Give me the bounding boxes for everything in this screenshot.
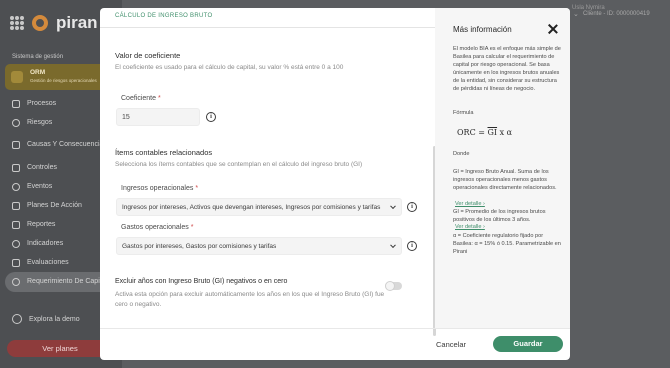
chevron-down-icon[interactable]: ⌄ (573, 10, 579, 18)
items-section-desc: Selecciona los ítems contables que se co… (115, 161, 363, 168)
apps-grid-icon[interactable] (10, 16, 24, 30)
info-panel-title: Más información (453, 25, 512, 34)
required-mark: * (158, 95, 161, 102)
sidebar-item-label: Reportes (27, 220, 56, 228)
items-section-title: Ítems contables relacionados (115, 148, 213, 157)
sidebar-item-label: Requerimiento De Capital (27, 278, 108, 285)
sliders-icon (12, 163, 20, 172)
income-select-value: Ingresos por intereses, Activos que deve… (122, 203, 381, 211)
cause-icon (12, 141, 20, 149)
explore-icon (12, 314, 22, 324)
gi-definition: GI = Ingreso Bruto Anual. Suma de los in… (453, 169, 557, 191)
modal-title: CÁLCULO DE INGRESO BRUTO (115, 13, 213, 19)
link-label: Ver detalle (455, 201, 482, 207)
expense-select-value: Gastos por intereses, Gastos por comisio… (122, 242, 277, 250)
coef-section-desc: El coeficiente es usado para el cálculo … (115, 64, 344, 71)
modal-header: CÁLCULO DE INGRESO BRUTO (100, 8, 435, 28)
coeficiente-input[interactable]: 15 (116, 108, 200, 126)
sidebar-item-label: Evaluaciones (27, 258, 69, 266)
report-icon (12, 220, 20, 229)
ingresos-operacionales-select[interactable]: Ingresos por intereses, Activos que deve… (116, 198, 402, 216)
sidebar-item-label: Eventos (27, 182, 53, 190)
sidebar-item-label: Riesgos (27, 118, 53, 126)
required-mark: * (190, 224, 194, 231)
formula-lhs: ORC = (457, 128, 485, 137)
sidebar-item-label: Causas Y Consecuencias (27, 141, 107, 148)
info-panel: Más información El modelo BIA es el enfo… (435, 8, 570, 328)
user-id: Cliente - ID: 0000000419 (583, 11, 650, 17)
chevron-down-icon (390, 242, 396, 249)
formula-label: Fórmula (453, 110, 474, 116)
income-label-text: Ingresos operacionales (121, 185, 194, 192)
module-title: ORM (30, 69, 46, 76)
view-plans-button[interactable]: Ver planes (7, 340, 113, 357)
logo: piran (10, 13, 98, 33)
bolt-icon (12, 182, 20, 191)
save-button[interactable]: Guardar (493, 336, 563, 352)
explore-demo-link[interactable]: Explora la demo (12, 314, 80, 324)
formula-rhs: x α (499, 128, 513, 137)
close-icon[interactable] (548, 24, 558, 34)
info-paragraph: El modelo BIA es el enfoque más simple d… (453, 46, 561, 92)
alpha-definition: α = Coeficiente regulatorio fijado por B… (453, 233, 561, 255)
coef-section-title: Valor de coeficiente (115, 51, 181, 60)
where-label: Donde (453, 151, 470, 157)
exclude-desc: Activa esta opción para excluir automáti… (115, 291, 385, 308)
sidebar-item-label: Procesos (27, 99, 57, 107)
gi-bar-definition: GI = Promedio de los ingresos brutos pos… (453, 209, 546, 223)
ver-detalle-link-2[interactable]: Ver detalle › (455, 224, 485, 230)
evaluation-icon (12, 258, 20, 267)
expense-label-text: Gastos operacionales (121, 224, 189, 231)
capital-icon (12, 278, 20, 286)
sidebar-item-label: Planes De Acción (27, 201, 82, 209)
orm-module-icon (11, 71, 23, 83)
exclude-negative-toggle[interactable] (385, 281, 402, 291)
required-mark: * (195, 185, 199, 192)
gastos-operacionales-select[interactable]: Gastos por intereses, Gastos por comisio… (116, 237, 402, 255)
toggle-knob (385, 281, 395, 291)
formula: ORC = GI x α (457, 128, 512, 137)
chevron-down-icon (390, 203, 396, 210)
logo-text: piran (56, 13, 98, 32)
formula-gi: GI (487, 128, 498, 137)
expense-label: Gastos operacionales * (121, 224, 193, 231)
pirani-logo-icon (32, 15, 48, 31)
ingreso-bruto-modal: CÁLCULO DE INGRESO BRUTO Valor de coefic… (100, 8, 570, 360)
info-icon[interactable]: i (407, 241, 417, 251)
indicator-icon (12, 239, 20, 248)
coef-label: Coeficiente * (121, 95, 161, 102)
coef-label-text: Coeficiente (121, 95, 157, 102)
cancel-button[interactable]: Cancelar (436, 340, 466, 349)
checklist-icon (12, 201, 20, 210)
income-label: Ingresos operacionales * (121, 185, 198, 192)
module-subtitle: Gestión de riesgos operacionales (30, 78, 97, 83)
system-label: Sistema de gestión (12, 54, 64, 60)
info-icon[interactable]: i (206, 112, 216, 122)
exclude-title: Excluir años con Ingreso Bruto (GI) nega… (115, 278, 288, 285)
sidebar-item-label: Controles (27, 163, 57, 171)
info-icon[interactable]: i (407, 202, 417, 212)
link-label: Ver detalle (455, 224, 482, 230)
process-icon (12, 99, 20, 108)
sidebar-item-label: Indicadores (27, 239, 64, 247)
explore-demo-label: Explora la demo (29, 315, 80, 323)
alert-icon (12, 118, 20, 127)
ver-detalle-link-1[interactable]: Ver detalle › (455, 201, 485, 207)
